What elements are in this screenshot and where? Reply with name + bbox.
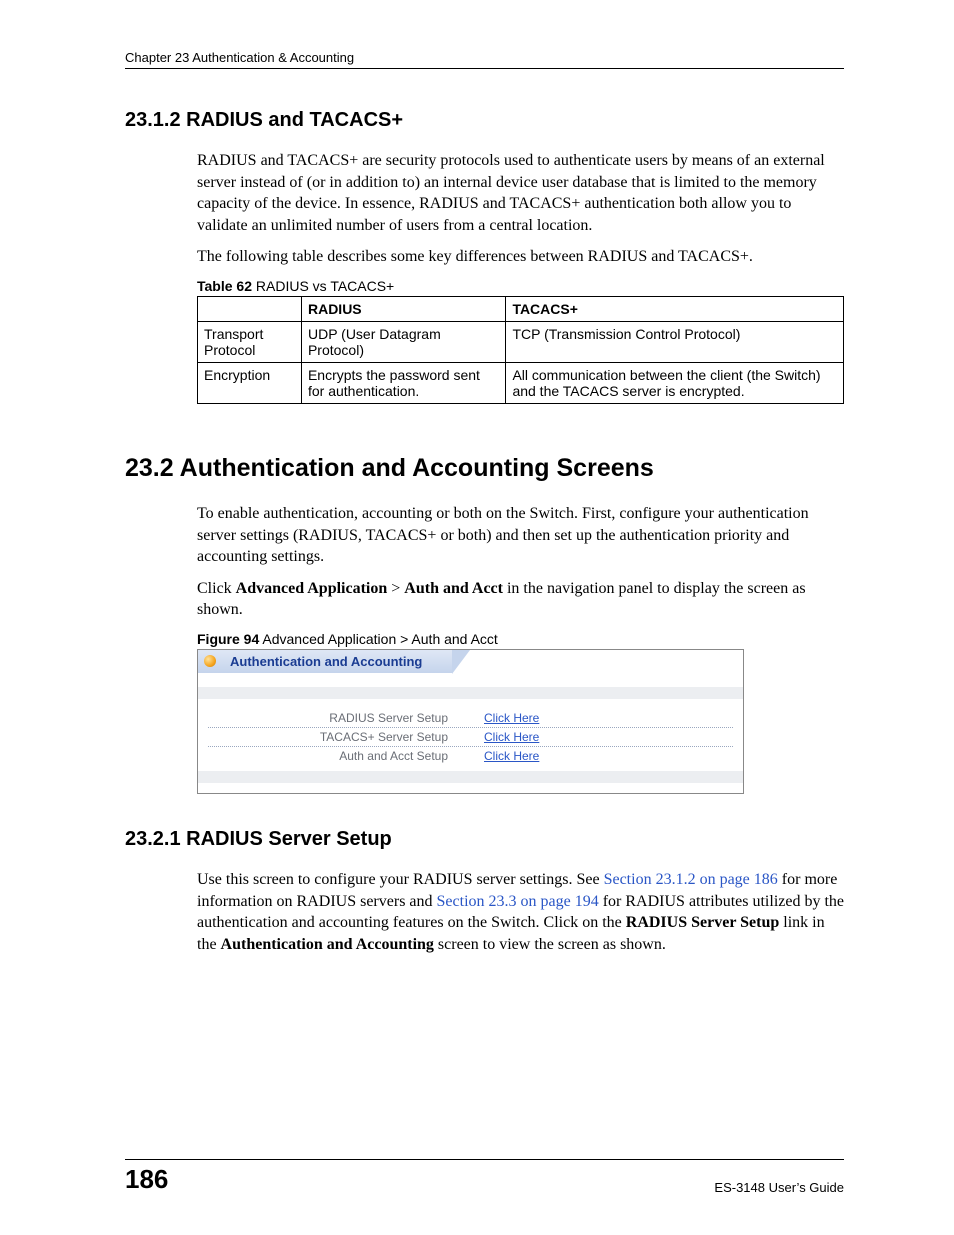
para-23-1-2-b: The following table describes some key d…	[197, 246, 844, 268]
txt: screen to view the screen as shown.	[434, 936, 666, 953]
click-here-link[interactable]: Click Here	[484, 730, 539, 744]
table-col-0	[198, 296, 302, 321]
click-here-link[interactable]: Click Here	[484, 749, 539, 763]
table-row: Encryption Encrypts the password sent fo…	[198, 362, 844, 403]
cell: Transport Protocol	[198, 321, 302, 362]
figure-band	[198, 687, 743, 699]
cell: Encrypts the password sent for authentic…	[301, 362, 505, 403]
figure-band	[198, 771, 743, 783]
figure-94-rest: Advanced Application > Auth and Acct	[259, 631, 498, 647]
click-here-link[interactable]: Click Here	[484, 711, 539, 725]
heading-23-1-2: 23.1.2 RADIUS and TACACS+	[125, 109, 844, 132]
figure-row-label: Auth and Acct Setup	[208, 749, 484, 763]
figure-title: Authentication and Accounting	[222, 650, 452, 673]
para-23-2-1: Use this screen to configure your RADIUS…	[197, 869, 844, 955]
heading-23-2: 23.2 Authentication and Accounting Scree…	[125, 454, 844, 483]
running-header: Chapter 23 Authentication & Accounting	[125, 50, 844, 69]
heading-23-2-1: 23.2.1 RADIUS Server Setup	[125, 828, 844, 851]
cell: UDP (User Datagram Protocol)	[301, 321, 505, 362]
xref-23-1-2[interactable]: Section 23.1.2 on page 186	[604, 871, 778, 888]
table-col-tacacs: TACACS+	[506, 296, 844, 321]
table-62-lead: Table 62	[197, 278, 252, 294]
bold-auth-and-accounting: Authentication and Accounting	[221, 936, 434, 953]
figure-94-caption: Figure 94 Advanced Application > Auth an…	[197, 631, 844, 647]
txt: Click	[197, 580, 236, 597]
footer: 186 ES-3148 User’s Guide	[125, 1159, 844, 1195]
figure-94-lead: Figure 94	[197, 631, 259, 647]
para-23-1-2-a: RADIUS and TACACS+ are security protocol…	[197, 150, 844, 236]
cell: All communication between the client (th…	[506, 362, 844, 403]
tab-dot-wrap	[198, 650, 222, 673]
bold-auth-and-acct: Auth and Acct	[404, 580, 503, 597]
figure-row-radius: RADIUS Server Setup Click Here	[208, 709, 733, 728]
txt: >	[387, 580, 404, 597]
bold-radius-server-setup: RADIUS Server Setup	[626, 914, 779, 931]
para-23-2-b: Click Advanced Application > Auth and Ac…	[197, 578, 844, 621]
figure-tab: Authentication and Accounting	[198, 650, 743, 673]
bold-advanced-application: Advanced Application	[236, 580, 388, 597]
figure-row-auth-acct: Auth and Acct Setup Click Here	[208, 747, 733, 765]
table-62: RADIUS TACACS+ Transport Protocol UDP (U…	[197, 296, 844, 404]
cell: Encryption	[198, 362, 302, 403]
txt: Use this screen to configure your RADIUS…	[197, 871, 604, 888]
table-row: RADIUS TACACS+	[198, 296, 844, 321]
figure-row-label: TACACS+ Server Setup	[208, 730, 484, 744]
cell: TCP (Transmission Control Protocol)	[506, 321, 844, 362]
figure-row-label: RADIUS Server Setup	[208, 711, 484, 725]
guide-name: ES-3148 User’s Guide	[714, 1180, 844, 1195]
para-23-2-a: To enable authentication, accounting or …	[197, 503, 844, 568]
figure-row-tacacs: TACACS+ Server Setup Click Here	[208, 728, 733, 747]
dot-icon	[204, 655, 216, 667]
figure-body: RADIUS Server Setup Click Here TACACS+ S…	[198, 673, 743, 793]
table-col-radius: RADIUS	[301, 296, 505, 321]
xref-23-3[interactable]: Section 23.3 on page 194	[437, 893, 599, 910]
table-row: Transport Protocol UDP (User Datagram Pr…	[198, 321, 844, 362]
table-62-rest: RADIUS vs TACACS+	[252, 278, 394, 294]
figure-94: Authentication and Accounting RADIUS Ser…	[197, 649, 744, 794]
table-62-caption: Table 62 RADIUS vs TACACS+	[197, 278, 844, 294]
page-number: 186	[125, 1164, 168, 1195]
